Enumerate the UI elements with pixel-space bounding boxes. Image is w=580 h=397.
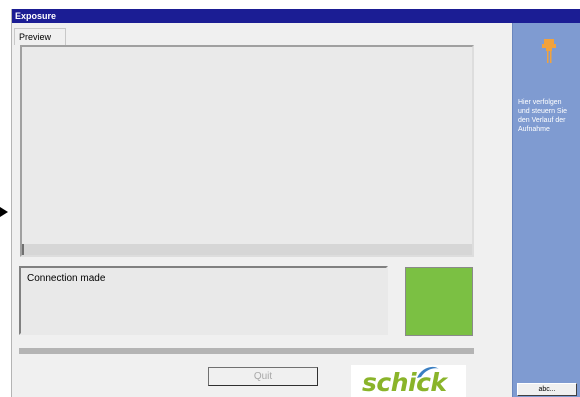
connection-status-indicator	[405, 267, 473, 336]
exposure-tool-icon	[542, 39, 556, 63]
status-message: Connection made	[27, 273, 106, 284]
preview-scroll-thumb[interactable]	[22, 244, 24, 255]
preview-area	[20, 45, 474, 257]
status-message-box: Connection made	[19, 266, 388, 335]
help-text: Hier verfolgen und steuern Sie den Verla…	[518, 99, 568, 133]
tab-preview[interactable]: Preview	[14, 28, 66, 45]
help-side-panel: Hier verfolgen und steuern Sie den Verla…	[512, 23, 580, 397]
progress-bar	[19, 348, 474, 354]
logo-text: schick	[362, 368, 447, 397]
abc-button[interactable]: abc...	[517, 383, 577, 396]
schick-logo: schick	[351, 365, 466, 397]
quit-button[interactable]: Quit	[208, 367, 318, 386]
exposure-window: Exposure Preview Connection made Quit sc…	[11, 9, 580, 397]
window-title: Exposure	[12, 9, 580, 23]
preview-scrollbar[interactable]	[22, 244, 472, 255]
arrow-right-icon	[0, 207, 8, 217]
